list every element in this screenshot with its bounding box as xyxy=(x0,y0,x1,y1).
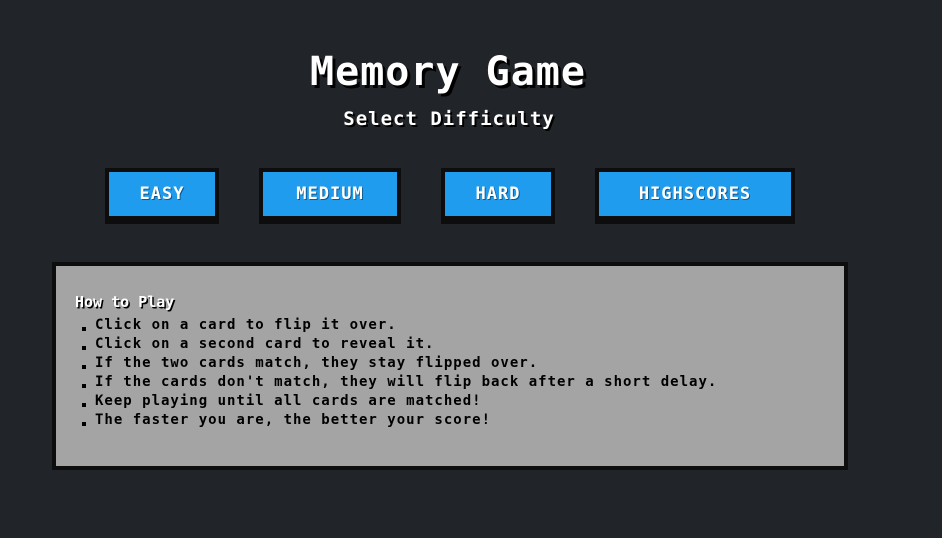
hard-button[interactable]: HARD xyxy=(441,168,555,220)
instructions-list: Click on a card to flip it over. Click o… xyxy=(75,316,844,430)
difficulty-subtitle: Select Difficulty xyxy=(343,108,555,130)
instruction-text: Click on a second card to reveal it. xyxy=(95,336,435,352)
instruction-item: Keep playing until all cards are matched… xyxy=(75,392,844,411)
instruction-text: The faster you are, the better your scor… xyxy=(95,412,492,428)
memory-game-menu: Memory Game Select Difficulty EASY MEDIU… xyxy=(0,0,942,538)
instruction-item: Click on a card to flip it over. xyxy=(75,316,844,335)
instruction-item: The faster you are, the better your scor… xyxy=(75,411,844,430)
highscores-button[interactable]: HIGHSCORES xyxy=(595,168,795,220)
bullet-icon xyxy=(82,327,86,331)
instruction-text: Click on a card to flip it over. xyxy=(95,317,397,333)
instruction-item: If the two cards match, they stay flippe… xyxy=(75,354,844,373)
how-to-play-title: How to Play xyxy=(75,293,175,311)
instruction-text: Keep playing until all cards are matched… xyxy=(95,393,482,409)
page-title: Memory Game xyxy=(310,49,586,95)
medium-button[interactable]: MEDIUM xyxy=(259,168,401,220)
easy-button[interactable]: EASY xyxy=(105,168,219,220)
instruction-text: If the cards don't match, they will flip… xyxy=(95,374,718,390)
instruction-text: If the two cards match, they stay flippe… xyxy=(95,355,539,371)
bullet-icon xyxy=(82,384,86,388)
bullet-icon xyxy=(82,346,86,350)
bullet-icon xyxy=(82,365,86,369)
how-to-play-panel: How to Play Click on a card to flip it o… xyxy=(52,262,848,470)
instruction-item: If the cards don't match, they will flip… xyxy=(75,373,844,392)
bullet-icon xyxy=(82,403,86,407)
bullet-icon xyxy=(82,422,86,426)
instruction-item: Click on a second card to reveal it. xyxy=(75,335,844,354)
